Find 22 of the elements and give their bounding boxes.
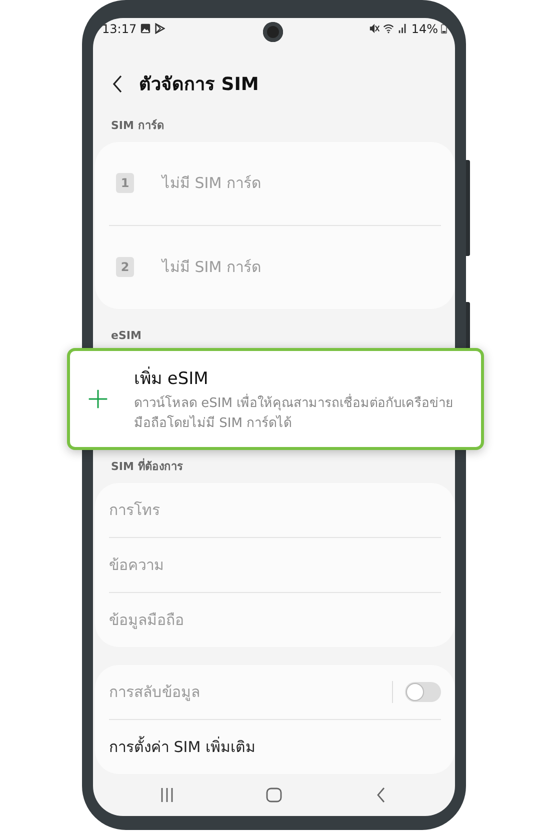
sim-slot-badge: 2	[116, 257, 134, 278]
battery-percent: 14%	[411, 22, 438, 36]
signal-icon	[397, 23, 408, 34]
plus-icon	[88, 389, 108, 409]
section-heading: SIM ที่ต้องการ	[110, 457, 184, 476]
add-esim-title: เพิ่ม eSIM	[134, 364, 467, 391]
image-icon	[140, 23, 151, 34]
wifi-icon	[383, 23, 394, 34]
sim-slot-badge: 1	[116, 173, 134, 194]
add-esim-item[interactable]: เพิ่ม eSIM ดาวน์โหลด eSIM เพื่อให้คุณสามารถเชื่อมต่อกับเครือข่ายมือถือโดยไม่มี SIM การ์ดได้	[67, 348, 484, 450]
battery-icon	[441, 23, 447, 34]
add-esim-description: ดาวน์โหลด eSIM เพื่อให้คุณสามารถเชื่อมต่อกับเครือข่ายมือถือโดยไม่มี SIM การ์ดได้	[134, 394, 467, 434]
home-icon[interactable]	[264, 787, 284, 804]
settings-item[interactable]: การตั้งค่า SIM เพิ่มเติม	[109, 720, 441, 774]
mute-icon	[369, 23, 380, 34]
back-icon[interactable]	[113, 74, 123, 93]
section-heading: eSIM	[110, 328, 142, 342]
status-time: 13:17	[102, 22, 137, 36]
page-title: ตัวจัดการ SIM	[139, 73, 259, 98]
camera-icon	[263, 22, 283, 42]
data-switching-label: การสลับข้อมูล	[109, 682, 201, 704]
section-heading: SIM การ์ด	[110, 118, 165, 134]
